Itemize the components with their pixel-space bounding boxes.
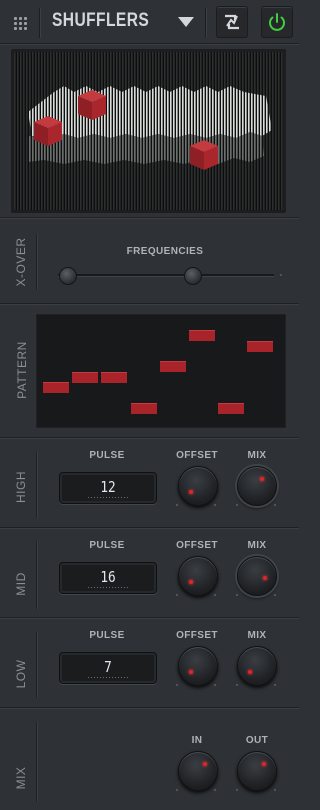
- in-title: IN: [191, 735, 203, 746]
- header-divider: [205, 8, 206, 38]
- triangle-down-icon[interactable]: [178, 17, 194, 27]
- power-button[interactable]: [261, 6, 293, 38]
- output-gain-knob[interactable]: [237, 751, 277, 791]
- pulse-title: PULSE: [89, 450, 125, 461]
- section-separator: [0, 527, 299, 528]
- band-divider: [36, 452, 37, 518]
- pulse-title: PULSE: [89, 630, 125, 641]
- shuffle-icon: [225, 14, 239, 30]
- band-label-low: LOW: [14, 659, 28, 689]
- band-label-mid: MID: [14, 572, 28, 596]
- section-separator: [0, 303, 299, 304]
- offset-title: OFFSET: [176, 540, 218, 551]
- cube-1: [78, 90, 106, 120]
- crossover-track[interactable]: [58, 274, 274, 276]
- section-separator: [0, 617, 299, 618]
- pulse-display-mid[interactable]: 16: [59, 562, 157, 594]
- pattern-step[interactable]: [218, 402, 245, 414]
- pattern-grid[interactable]: [36, 314, 286, 428]
- band-divider: [36, 632, 37, 698]
- out-title: OUT: [245, 735, 269, 746]
- visualizer-graphic: [14, 52, 283, 210]
- offset-knob-high[interactable]: [178, 466, 218, 506]
- section-separator: [0, 217, 299, 218]
- frequencies-title: FREQUENCIES: [126, 246, 204, 257]
- mix-section-label: MIX: [14, 766, 28, 790]
- xover-label: X-OVER: [14, 237, 28, 287]
- offset-title: OFFSET: [176, 450, 218, 461]
- mix-knob-low[interactable]: [237, 646, 277, 686]
- pattern-step[interactable]: [43, 382, 69, 393]
- pulse-value: 7: [104, 658, 112, 676]
- pattern-step[interactable]: [130, 402, 157, 414]
- randomize-button[interactable]: [216, 6, 248, 38]
- visualizer-screen: [14, 52, 283, 210]
- pattern-step[interactable]: [247, 340, 274, 352]
- offset-knob-mid[interactable]: [178, 556, 218, 596]
- cube-2: [34, 116, 62, 146]
- pattern-step[interactable]: [189, 330, 215, 342]
- pattern-step[interactable]: [72, 371, 99, 383]
- preset-name[interactable]: SHUFFLERS: [52, 10, 149, 32]
- pattern-label: PATTERN: [15, 341, 29, 399]
- slider-end-tick: [280, 274, 282, 276]
- xover-divider: [36, 234, 37, 290]
- mix-knob-mid[interactable]: [237, 556, 277, 596]
- pulse-display-low[interactable]: 7: [59, 652, 157, 684]
- power-icon: [269, 13, 285, 31]
- crossover-low-handle[interactable]: [59, 267, 78, 285]
- pulse-title: PULSE: [89, 540, 125, 551]
- band-label-high: HIGH: [14, 471, 28, 503]
- header-separator: [0, 43, 299, 44]
- section-separator: [0, 437, 299, 438]
- offset-title: OFFSET: [176, 630, 218, 641]
- mix-divider: [36, 722, 37, 802]
- pulse-value: 16: [100, 568, 116, 586]
- offset-knob-low[interactable]: [178, 646, 218, 686]
- mix-title: MIX: [247, 450, 267, 461]
- input-gain-knob[interactable]: [178, 751, 218, 791]
- pulse-display-high[interactable]: 12: [59, 472, 157, 504]
- crossover-high-handle[interactable]: [183, 267, 202, 285]
- pulse-value: 12: [100, 478, 116, 496]
- section-separator: [0, 707, 299, 708]
- header-divider: [39, 8, 40, 38]
- cube-3: [190, 140, 218, 170]
- pattern-step[interactable]: [101, 371, 128, 383]
- header-bar: [0, 0, 299, 46]
- band-divider: [36, 541, 37, 609]
- pattern-step[interactable]: [159, 361, 186, 373]
- mix-title: MIX: [247, 540, 267, 551]
- grid-menu-icon[interactable]: [14, 17, 27, 30]
- mix-knob-high[interactable]: [237, 466, 277, 506]
- mix-title: MIX: [247, 630, 267, 641]
